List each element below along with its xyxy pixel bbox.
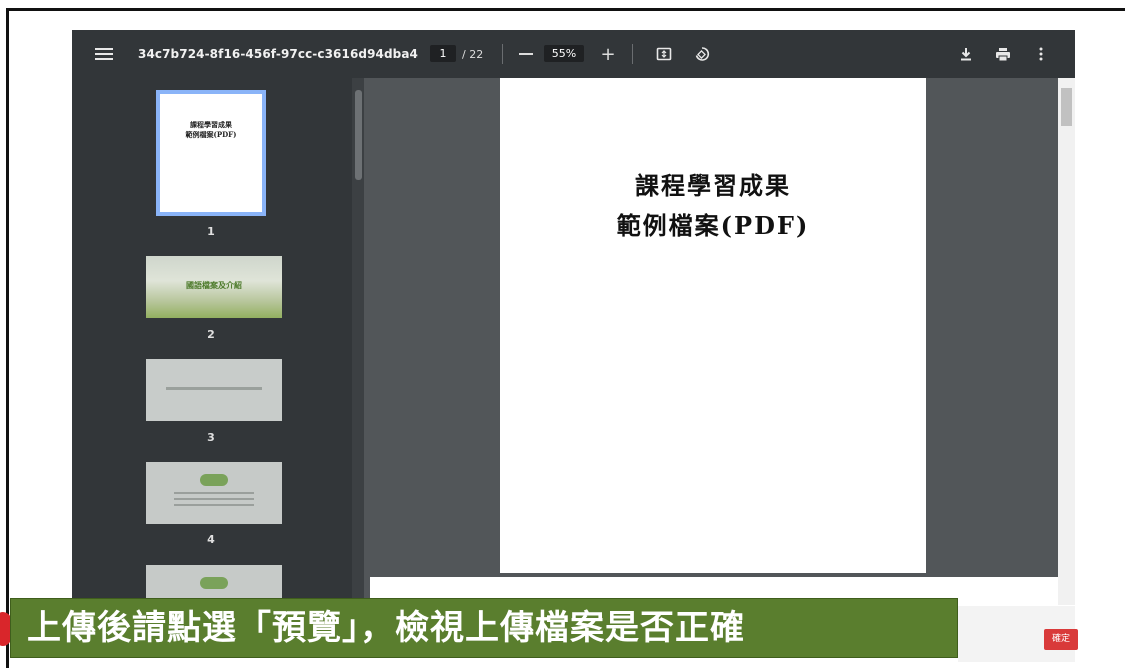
pdf-toolbar: 34c7b724-8f16-456f-97cc-c3616d94dba4 1 /… [72, 30, 1075, 78]
more-vert-icon[interactable] [1034, 30, 1048, 78]
file-name: 34c7b724-8f16-456f-97cc-c3616d94dba4 [138, 47, 419, 61]
confirm-button[interactable]: 確定 [1044, 629, 1078, 650]
pdf-viewer: 34c7b724-8f16-456f-97cc-c3616d94dba4 1 /… [72, 30, 1075, 605]
print-icon[interactable] [994, 30, 1012, 78]
page-title: 課程學習成果 範例檔案(PDF) [616, 171, 810, 240]
zoom-out-button[interactable] [518, 30, 534, 78]
instruction-text: 上傳後請點選「預覽」，檢視上傳檔案是否正確 [27, 608, 745, 648]
thumbnail-number: 4 [207, 533, 215, 546]
thumbnail-caption: 國語檔案及介紹 [186, 281, 242, 290]
pdf-page-1: 課程學習成果 範例檔案(PDF) [500, 78, 926, 573]
thumbnail-number: 1 [207, 225, 215, 238]
toolbar-divider [632, 44, 633, 64]
thumbnail-number: 3 [207, 431, 215, 444]
fit-page-icon[interactable] [655, 30, 673, 78]
document-view: 課程學習成果 範例檔案(PDF) [364, 78, 1075, 605]
hamburger-icon[interactable] [94, 30, 114, 78]
thumbnail-image[interactable] [146, 462, 282, 524]
thumbnail-image[interactable]: 國語檔案及介紹 [146, 256, 282, 318]
page-number-input[interactable]: 1 [430, 45, 456, 62]
thumbnail-image[interactable] [146, 359, 282, 421]
toolbar-divider [502, 44, 503, 64]
rotate-icon[interactable] [693, 30, 711, 78]
thumbnail-text: 課程學習成果 範例檔案(PDF) [185, 120, 237, 139]
download-icon[interactable] [957, 30, 975, 78]
zoom-in-button[interactable]: + [600, 30, 616, 78]
instruction-banner: 上傳後請點選「預覽」，檢視上傳檔案是否正確 [10, 598, 958, 658]
thumbnail-image[interactable]: 課程學習成果 範例檔案(PDF) [156, 90, 266, 216]
zoom-level-input[interactable]: 55% [544, 45, 584, 62]
sidebar-scrollbar-thumb[interactable] [355, 90, 362, 180]
document-scrollbar[interactable] [1058, 78, 1075, 605]
document-scrollbar-thumb[interactable] [1061, 88, 1072, 126]
thumbnail-number: 2 [207, 328, 215, 341]
page-total: / 22 [462, 47, 484, 61]
thumbnail-sidebar: 課程學習成果 範例檔案(PDF) 1 國語檔案及介紹 2 3 4 [72, 78, 352, 605]
